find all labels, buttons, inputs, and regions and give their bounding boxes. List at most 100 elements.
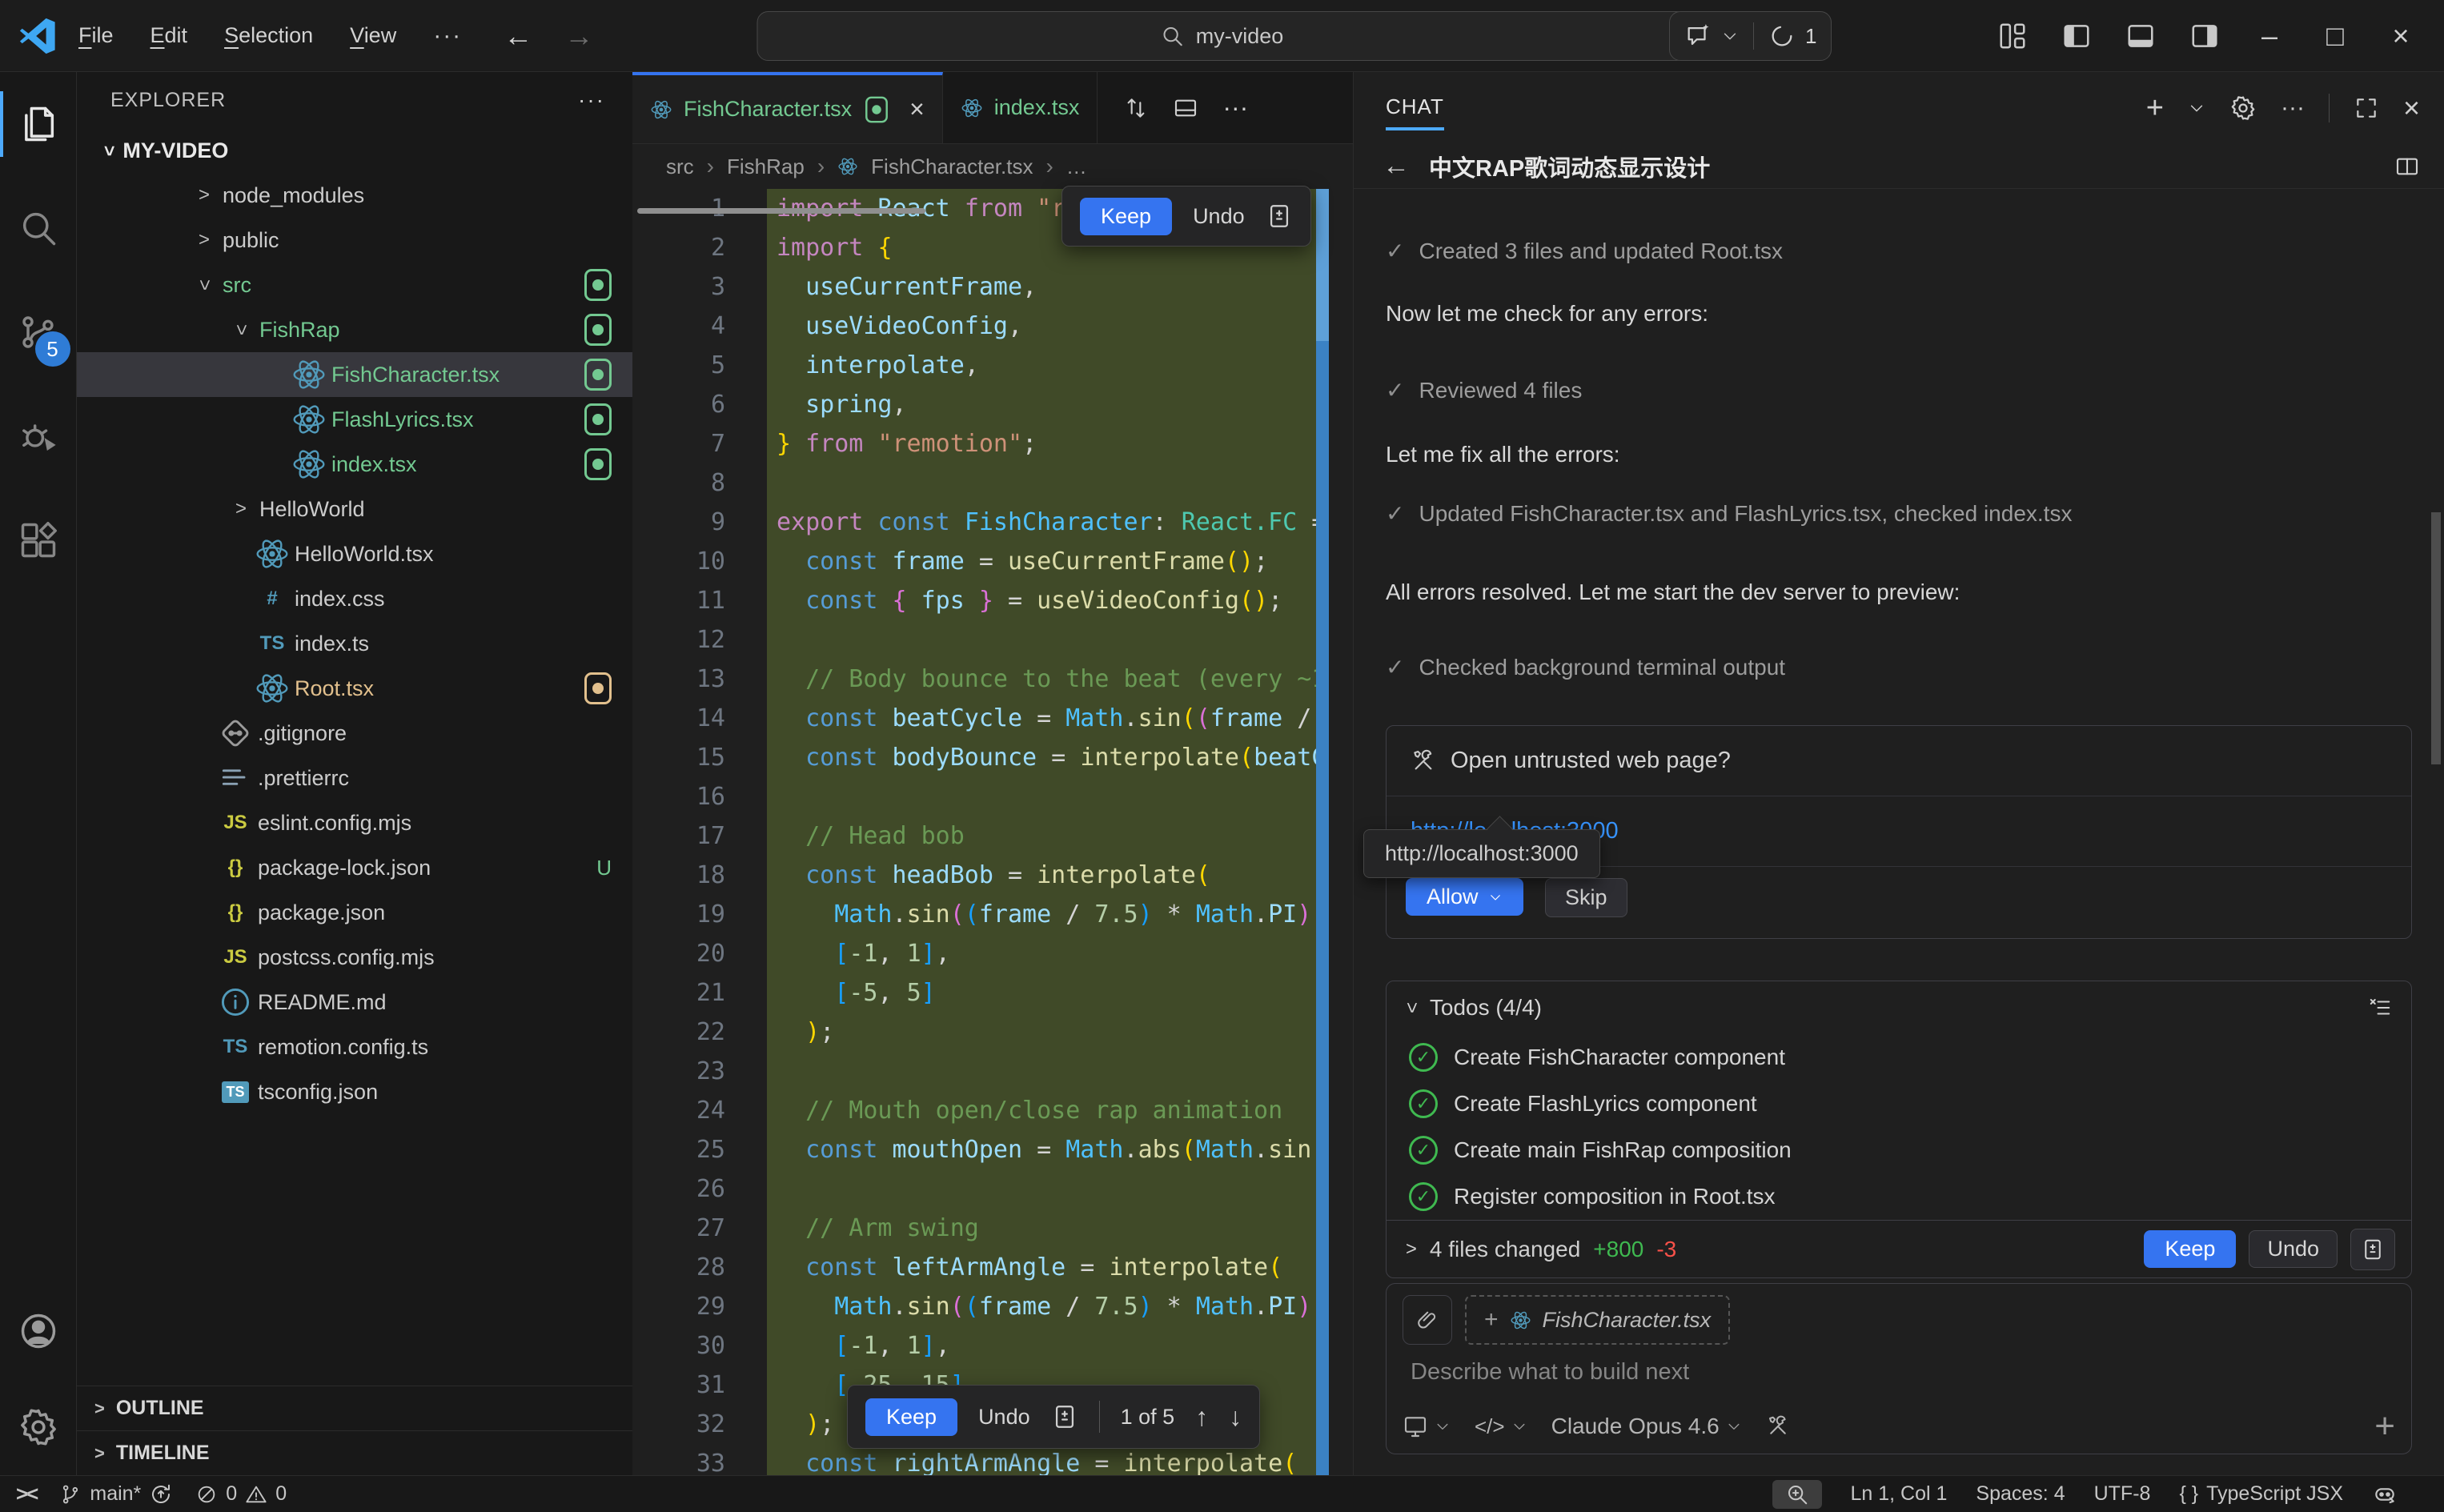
explorer-more-button[interactable]: ···: [578, 87, 605, 113]
chevron-down-icon[interactable]: [2188, 99, 2205, 117]
undo-button[interactable]: Undo: [978, 1405, 1030, 1430]
breadcrumb[interactable]: src›FishRap›FishCharacter.tsx›…: [632, 144, 1353, 189]
tree-item-eslint-config-mjs[interactable]: JSeslint.config.mjs: [77, 800, 632, 845]
tree-item-index-ts[interactable]: TSindex.ts: [77, 621, 632, 666]
cursor-position[interactable]: Ln 1, Col 1: [1851, 1482, 1948, 1506]
tree-item-index-tsx[interactable]: index.tsx: [77, 442, 632, 487]
minimize-button[interactable]: –: [2253, 19, 2285, 53]
run-debug-activity-button[interactable]: [0, 384, 77, 488]
toggle-sidebar-icon[interactable]: [2061, 21, 2092, 51]
tree-item-src[interactable]: >src: [77, 263, 632, 307]
tree-item-tsconfig-json[interactable]: TStsconfig.json: [77, 1069, 632, 1114]
tree-item--prettierrc[interactable]: .prettierrc: [77, 756, 632, 800]
chat-tab[interactable]: CHAT: [1386, 94, 1444, 130]
chat-more-button[interactable]: ···: [2281, 94, 2305, 122]
model-picker[interactable]: Claude Opus 4.6: [1551, 1414, 1742, 1439]
history-back-button[interactable]: ←: [504, 19, 532, 53]
encoding-status[interactable]: UTF-8: [2094, 1482, 2151, 1506]
search-activity-button[interactable]: [0, 176, 77, 280]
editor-more-actions-button[interactable]: ···: [1222, 93, 1248, 122]
undo-button[interactable]: Undo: [1193, 204, 1245, 229]
skip-button[interactable]: Skip: [1545, 878, 1627, 917]
tree-item--gitignore[interactable]: .gitignore: [77, 711, 632, 756]
outline-section[interactable]: >OUTLINE: [77, 1386, 632, 1430]
code-editor[interactable]: 1234567891011121314151617181920212223242…: [632, 189, 1353, 1475]
clear-todos-icon[interactable]: [2368, 996, 2392, 1020]
language-mode[interactable]: { } TypeScript JSX: [2179, 1482, 2343, 1506]
breadcrumb-item[interactable]: FishCharacter.tsx: [871, 154, 1033, 179]
explorer-activity-button[interactable]: [0, 72, 77, 176]
view-file-changes-icon[interactable]: [1051, 1403, 1078, 1430]
next-change-button[interactable]: ↓: [1229, 1402, 1242, 1432]
tab-fishcharacter[interactable]: FishCharacter.tsx ×: [632, 72, 943, 143]
keep-all-button[interactable]: Keep: [2144, 1230, 2236, 1268]
tree-item-remotion-config-ts[interactable]: TSremotion.config.ts: [77, 1025, 632, 1069]
command-center-search[interactable]: my-video: [756, 11, 1688, 61]
toggle-secondary-sidebar-icon[interactable]: [2189, 21, 2220, 51]
extensions-activity-button[interactable]: [0, 488, 77, 592]
keep-button[interactable]: Keep: [865, 1398, 957, 1436]
todos-header[interactable]: > Todos (4/4): [1387, 981, 2411, 1034]
toggle-panel-icon[interactable]: [2125, 21, 2156, 51]
menu-file[interactable]: File: [78, 23, 114, 48]
zoom-indicator[interactable]: [1772, 1480, 1822, 1509]
settings-gear-button[interactable]: [0, 1379, 77, 1475]
close-chat-icon[interactable]: ×: [2403, 91, 2420, 125]
git-branch-status[interactable]: main*: [59, 1482, 173, 1506]
open-changes-icon[interactable]: [1123, 95, 1149, 121]
keep-button[interactable]: Keep: [1080, 198, 1172, 235]
menu-edit[interactable]: Edit: [150, 23, 188, 48]
tree-item-package-json[interactable]: {}package.json: [77, 890, 632, 935]
tree-item-postcss-config-mjs[interactable]: JSpostcss.config.mjs: [77, 935, 632, 980]
tree-item-public[interactable]: >public: [77, 218, 632, 263]
tree-item-index-css[interactable]: #index.css: [77, 576, 632, 621]
attach-context-button[interactable]: [1403, 1295, 1452, 1345]
breadcrumb-item[interactable]: …: [1066, 154, 1087, 179]
attached-file-chip[interactable]: + FishCharacter.tsx: [1465, 1295, 1730, 1345]
previous-change-button[interactable]: ↑: [1195, 1402, 1208, 1432]
tab-index[interactable]: index.tsx: [943, 72, 1098, 143]
view-all-changes-icon[interactable]: [2350, 1229, 2395, 1270]
chat-back-button[interactable]: ←: [1383, 150, 1410, 182]
chat-input-box[interactable]: + FishCharacter.tsx Describe what to bui…: [1386, 1283, 2412, 1454]
tree-item-fishrap[interactable]: >FishRap: [77, 307, 632, 352]
indentation-status[interactable]: Spaces: 4: [1976, 1482, 2065, 1506]
editor-scrollbar[interactable]: [1316, 189, 1353, 1475]
code-mode-picker[interactable]: </>: [1475, 1414, 1527, 1439]
chat-scrollbar-thumb[interactable]: [2431, 512, 2441, 764]
tools-icon[interactable]: [1766, 1414, 1790, 1438]
source-control-activity-button[interactable]: 5: [0, 280, 77, 384]
agent-mode-picker[interactable]: [1403, 1414, 1451, 1439]
tree-item-helloworld-tsx[interactable]: HelloWorld.tsx: [77, 531, 632, 576]
customize-layout-icon[interactable]: [1997, 21, 2028, 51]
undo-all-button[interactable]: Undo: [2249, 1230, 2338, 1268]
breadcrumb-item[interactable]: FishRap: [727, 154, 805, 179]
tree-item-readme-md[interactable]: README.md: [77, 980, 632, 1025]
add-button[interactable]: +: [2374, 1406, 2395, 1446]
view-file-changes-icon[interactable]: [1266, 203, 1293, 230]
open-chat-in-editor-icon[interactable]: [2394, 154, 2420, 179]
remote-indicator[interactable]: ><: [16, 1482, 37, 1506]
timeline-section[interactable]: >TIMELINE: [77, 1430, 632, 1475]
maximize-chat-icon[interactable]: [2354, 95, 2379, 121]
history-forward-button[interactable]: →: [564, 19, 593, 53]
breadcrumb-item[interactable]: src: [666, 154, 694, 179]
tree-item-helloworld[interactable]: >HelloWorld: [77, 487, 632, 531]
tree-item-package-lock-json[interactable]: {}package-lock.jsonU: [77, 845, 632, 890]
tree-item-node-modules[interactable]: >node_modules: [77, 173, 632, 218]
allow-button[interactable]: Allow: [1406, 878, 1523, 916]
split-editor-icon[interactable]: [1173, 95, 1198, 121]
tab-close-icon[interactable]: ×: [909, 94, 925, 124]
expand-files-icon[interactable]: >: [1406, 1238, 1417, 1261]
tree-item-fishcharacter-tsx[interactable]: FishCharacter.tsx: [77, 352, 632, 397]
maximize-button[interactable]: □: [2319, 19, 2351, 53]
accounts-button[interactable]: [0, 1283, 77, 1379]
close-button[interactable]: ×: [2385, 19, 2417, 53]
chat-settings-gear-icon[interactable]: [2229, 94, 2257, 122]
problems-status[interactable]: 0 0: [195, 1482, 287, 1506]
tree-item-flashlyrics-tsx[interactable]: FlashLyrics.tsx: [77, 397, 632, 442]
copilot-titlebar-control[interactable]: 1: [1669, 11, 1832, 61]
new-chat-button[interactable]: +: [2146, 91, 2164, 126]
tree-item-root-tsx[interactable]: Root.tsx: [77, 666, 632, 711]
copilot-status-icon[interactable]: [2372, 1482, 2398, 1507]
